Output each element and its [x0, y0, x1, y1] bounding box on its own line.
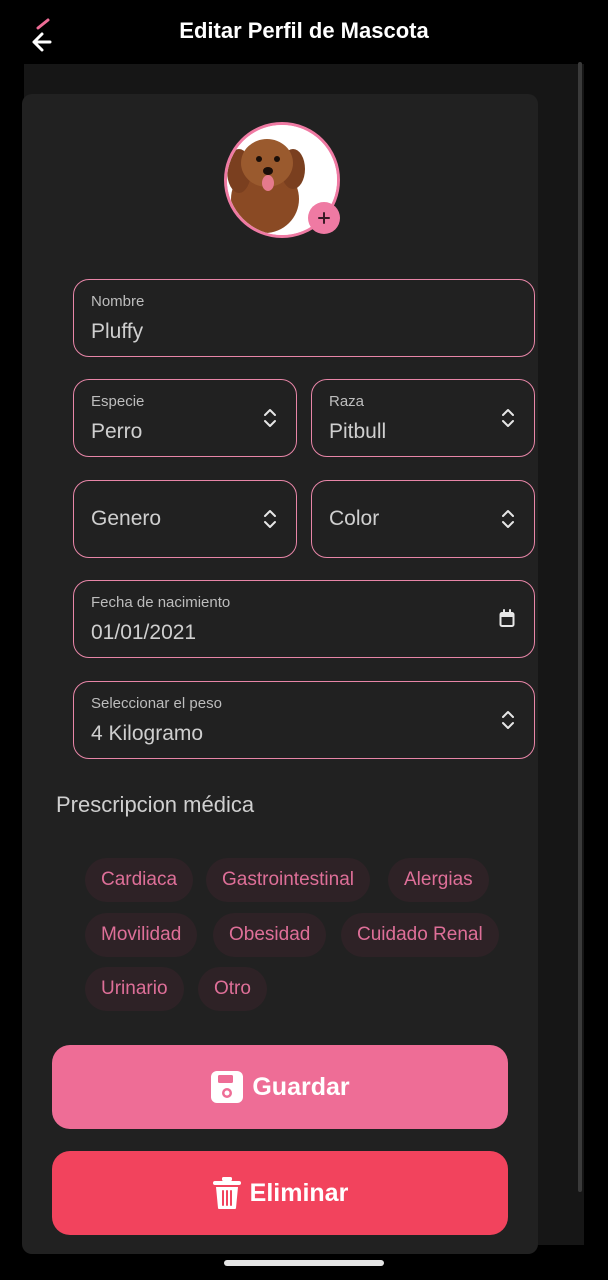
chip-cuidado-renal[interactable]: Cuidado Renal	[341, 913, 499, 957]
species-label: Especie	[91, 393, 145, 410]
weight-value: 4 Kilogramo	[91, 722, 204, 745]
species-select[interactable]: Especie Perro	[73, 379, 297, 457]
floppy-disk-icon	[211, 1071, 244, 1103]
chevron-up-down-icon	[502, 510, 514, 528]
chip-alergias[interactable]: Alergias	[388, 858, 489, 902]
chevron-up-down-icon	[264, 510, 276, 528]
chip-movilidad[interactable]: Movilidad	[85, 913, 198, 957]
page-title: Editar Perfil de Mascota	[179, 18, 429, 43]
save-button[interactable]: Guardar	[52, 1045, 508, 1129]
avatar-add-button[interactable]	[308, 202, 340, 234]
chevron-up-down-icon	[502, 711, 514, 729]
save-label: Guardar	[252, 1072, 350, 1101]
species-value: Perro	[91, 420, 143, 443]
chip-obesidad[interactable]: Obesidad	[213, 913, 327, 957]
scrollbar[interactable]	[578, 62, 582, 1192]
color-placeholder: Color	[329, 507, 380, 530]
breed-value: Pitbull	[329, 420, 387, 443]
birthdate-field[interactable]: Fecha de nacimiento 01/01/2021	[73, 580, 535, 658]
chip-otro[interactable]: Otro	[198, 967, 267, 1011]
prescription-title: Prescripcion médica	[56, 792, 255, 817]
delete-button[interactable]: Eliminar	[52, 1151, 508, 1235]
color-select[interactable]: Color	[311, 480, 535, 558]
chip-gastrointestinal[interactable]: Gastrointestinal	[206, 858, 371, 902]
trash-icon	[212, 1177, 241, 1209]
breed-select[interactable]: Raza Pitbull	[311, 379, 535, 457]
chip-cardiaca[interactable]: Cardiaca	[85, 858, 194, 902]
name-label: Nombre	[91, 293, 145, 310]
chevron-up-down-icon	[502, 409, 514, 427]
top-bar: Editar Perfil de Mascota	[24, 0, 584, 64]
birthdate-value: 01/01/2021	[91, 621, 197, 644]
chevron-up-down-icon	[264, 409, 276, 427]
gender-select[interactable]: Genero	[73, 480, 297, 558]
plus-icon	[318, 212, 330, 224]
birthdate-label: Fecha de nacimiento	[91, 594, 231, 611]
calendar-icon[interactable]	[498, 608, 516, 630]
name-field[interactable]: Nombre Pluffy	[73, 279, 535, 357]
gender-placeholder: Genero	[91, 507, 162, 530]
weight-select[interactable]: Seleccionar el peso 4 Kilogramo	[73, 681, 535, 759]
home-indicator	[224, 1260, 384, 1266]
weight-label: Seleccionar el peso	[91, 695, 222, 712]
breed-label: Raza	[329, 393, 365, 410]
delete-label: Eliminar	[249, 1178, 349, 1207]
name-value: Pluffy	[91, 320, 144, 343]
chip-urinario[interactable]: Urinario	[85, 967, 184, 1011]
